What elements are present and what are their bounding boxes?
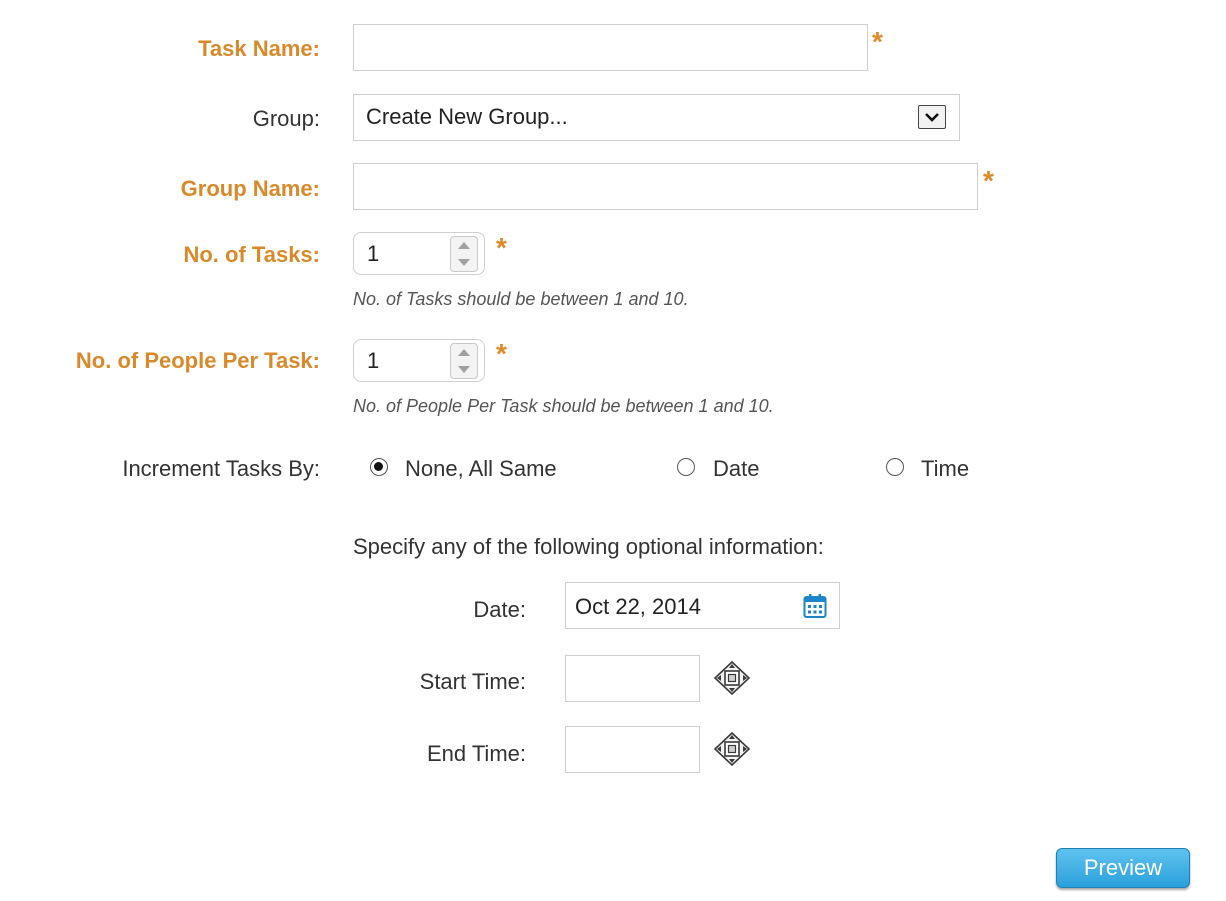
calendar-icon[interactable] bbox=[803, 593, 827, 624]
start-time-input[interactable] bbox=[565, 655, 700, 702]
num-tasks-label: No. of Tasks: bbox=[183, 242, 320, 267]
radio-time-label[interactable]: Time bbox=[921, 456, 969, 482]
radio-none-all-same[interactable] bbox=[370, 458, 388, 476]
chevron-down-icon[interactable] bbox=[918, 105, 946, 129]
stepper-buttons[interactable] bbox=[450, 236, 478, 272]
people-per-task-stepper[interactable]: 1 bbox=[353, 339, 485, 382]
num-tasks-value: 1 bbox=[367, 241, 380, 266]
end-time-label: End Time: bbox=[426, 741, 526, 766]
people-per-task-value: 1 bbox=[367, 348, 380, 373]
required-asterisk: * bbox=[496, 338, 507, 369]
end-time-input[interactable] bbox=[565, 726, 700, 773]
num-tasks-hint: No. of Tasks should be between 1 and 10. bbox=[353, 289, 689, 309]
arrow-up-icon[interactable] bbox=[458, 349, 470, 356]
date-field[interactable]: Oct 22, 2014 bbox=[565, 582, 840, 629]
radio-date-label[interactable]: Date bbox=[713, 456, 759, 482]
group-label: Group: bbox=[252, 106, 320, 131]
required-asterisk: * bbox=[983, 165, 994, 196]
num-tasks-stepper[interactable]: 1 bbox=[353, 232, 485, 275]
required-asterisk: * bbox=[872, 26, 883, 57]
time-picker-icon[interactable] bbox=[713, 660, 751, 701]
group-select-value: Create New Group... bbox=[366, 104, 568, 129]
group-name-label: Group Name: bbox=[180, 176, 320, 201]
stepper-buttons[interactable] bbox=[450, 343, 478, 379]
radio-none-all-same-label[interactable]: None, All Same bbox=[405, 456, 557, 482]
task-name-input[interactable] bbox=[353, 24, 868, 71]
time-picker-icon[interactable] bbox=[713, 731, 751, 772]
group-select[interactable]: Create New Group... bbox=[353, 94, 960, 141]
group-name-input[interactable] bbox=[353, 163, 978, 210]
preview-button[interactable]: Preview bbox=[1056, 848, 1190, 888]
optional-info-heading: Specify any of the following optional in… bbox=[353, 534, 824, 559]
start-time-label: Start Time: bbox=[419, 669, 526, 694]
people-per-task-label: No. of People Per Task: bbox=[75, 348, 320, 373]
arrow-down-icon[interactable] bbox=[458, 259, 470, 266]
date-label: Date: bbox=[473, 597, 526, 622]
arrow-up-icon[interactable] bbox=[458, 242, 470, 249]
date-value: Oct 22, 2014 bbox=[575, 594, 701, 619]
radio-time[interactable] bbox=[886, 458, 904, 476]
arrow-down-icon[interactable] bbox=[458, 366, 470, 373]
required-asterisk: * bbox=[496, 232, 507, 263]
radio-date[interactable] bbox=[677, 458, 695, 476]
people-per-task-hint: No. of People Per Task should be between… bbox=[353, 396, 774, 416]
task-name-label: Task Name: bbox=[198, 36, 320, 61]
increment-label: Increment Tasks By: bbox=[122, 456, 320, 481]
